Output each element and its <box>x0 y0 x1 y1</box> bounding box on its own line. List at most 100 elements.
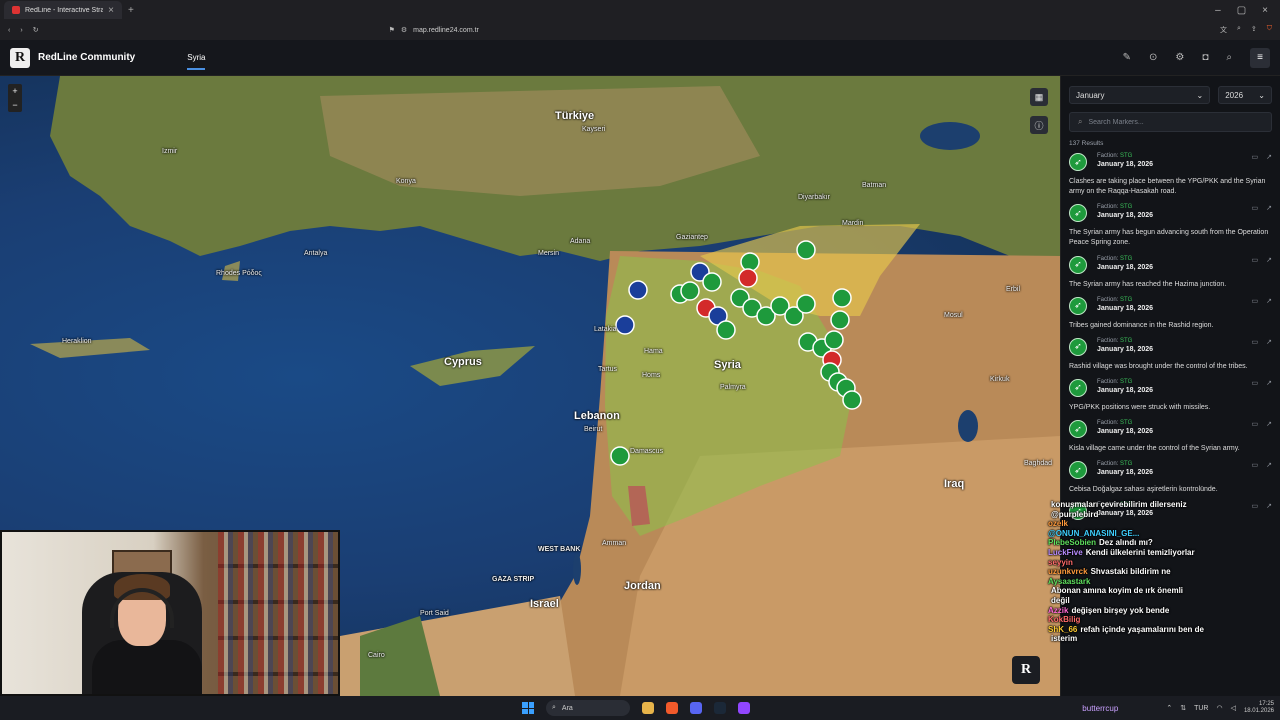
external-link-icon[interactable]: ↗ <box>1266 461 1272 479</box>
item-meta: Faction: STG January 18, 2026 <box>1097 297 1246 315</box>
external-link-icon[interactable]: ↗ <box>1266 379 1272 397</box>
map-info-button[interactable]: ⓘ <box>1030 116 1048 134</box>
item-meta: Faction: STG January 18, 2026 <box>1097 420 1246 438</box>
label-iraq: Iraq <box>944 478 965 490</box>
location-pin-icon[interactable]: ⊙ <box>1149 52 1157 63</box>
item-actions: ▭ ↗ <box>1252 153 1273 171</box>
marker-green <box>740 252 760 272</box>
zoom-in-button[interactable]: + <box>8 84 22 98</box>
new-tab-icon[interactable]: + <box>128 5 134 16</box>
brave-browser-icon[interactable] <box>666 702 678 714</box>
missile-icon: ➶ <box>1069 255 1087 274</box>
address-bar[interactable]: ⚑ ⚙ map.redline24.com.tr <box>379 22 870 38</box>
external-link-icon[interactable]: ↗ <box>1266 502 1272 520</box>
brave-shield-icon[interactable]: ⛉ <box>1267 25 1272 35</box>
feed-item[interactable]: ➶ Faction: STG January 18, 2026 ▭ ↗ Rashid vi… <box>1069 337 1272 372</box>
logo[interactable]: R <box>10 47 30 68</box>
marker-green <box>796 294 816 314</box>
item-date: January 18, 2026 <box>1097 386 1154 394</box>
redline-float-button[interactable]: R <box>1012 656 1040 684</box>
zoom-icon[interactable]: ⌕ <box>1237 25 1241 35</box>
forward-icon[interactable]: › <box>20 27 22 34</box>
maximize-icon[interactable]: ▢ <box>1237 5 1246 16</box>
label-heraklion: Heraklion <box>62 338 92 345</box>
obs-icon[interactable] <box>738 702 750 714</box>
map-layers-button[interactable]: ▦ <box>1030 88 1048 106</box>
camera-icon[interactable]: ◘ <box>1202 52 1208 63</box>
missile-icon: ➶ <box>1069 153 1087 171</box>
label-turkiye: Türkiye <box>555 110 595 122</box>
tray-wifi-icon[interactable]: ◠ <box>1216 704 1222 712</box>
faction-value: STG <box>1120 296 1133 303</box>
year-select[interactable]: 2026 ⌄ <box>1218 86 1272 104</box>
external-link-icon[interactable]: ↗ <box>1266 204 1272 222</box>
feed-item[interactable]: ➶ Faction: STG January 18, 2026 ▭ ↗ <box>1069 502 1272 526</box>
feed-item[interactable]: ➶ Faction: STG January 18, 2026 ▭ ↗ The Syria… <box>1069 204 1272 248</box>
close-tab-icon[interactable]: × <box>108 5 114 16</box>
brand-name[interactable]: RedLine Community <box>38 52 135 63</box>
external-link-icon[interactable]: ↗ <box>1266 297 1272 315</box>
discord-icon[interactable] <box>690 702 702 714</box>
external-link-icon[interactable]: ↗ <box>1266 420 1272 438</box>
item-actions: ▭ ↗ <box>1252 420 1273 438</box>
info-icon: ⓘ <box>1034 120 1044 131</box>
taskbar-search[interactable]: ⌕ Ara <box>546 700 630 716</box>
feed-item[interactable]: ➶ Faction: STG January 18, 2026 ▭ ↗ Tribes ga… <box>1069 296 1272 331</box>
browser-tab[interactable]: RedLine - Interactive Strategic M × <box>4 1 122 19</box>
video-icon[interactable]: ▭ <box>1252 420 1259 438</box>
faction-value: STG <box>1120 337 1133 344</box>
search-icon[interactable]: ⌕ <box>1226 52 1232 63</box>
search-input[interactable] <box>1088 118 1239 126</box>
external-link-icon[interactable]: ↗ <box>1266 256 1272 274</box>
clock[interactable]: 17:25 18.01.2026 <box>1244 701 1274 715</box>
reload-icon[interactable]: ↻ <box>33 26 39 34</box>
video-icon[interactable]: ▭ <box>1252 379 1259 397</box>
feed-item[interactable]: ➶ Faction: STG January 18, 2026 ▭ ↗ YPG/PKK p… <box>1069 378 1272 413</box>
external-link-icon[interactable]: ↗ <box>1266 153 1272 171</box>
tray-chevron-icon[interactable]: ⌃ <box>1166 704 1172 712</box>
video-icon[interactable]: ▭ <box>1252 297 1259 315</box>
webcam-overlay <box>0 530 340 696</box>
nav-item-syria[interactable]: Syria <box>187 53 206 70</box>
item-date: January 18, 2026 <box>1097 469 1154 477</box>
steam-icon[interactable] <box>714 702 726 714</box>
translate-icon[interactable]: 文 <box>1220 25 1227 35</box>
video-icon[interactable]: ▭ <box>1252 461 1259 479</box>
minimize-icon[interactable]: – <box>1215 5 1221 16</box>
missile-icon: ➶ <box>1069 296 1087 315</box>
share-icon[interactable]: ⇪ <box>1251 25 1257 35</box>
tray-lang[interactable]: TUR <box>1194 705 1208 712</box>
video-icon[interactable]: ▭ <box>1252 502 1259 520</box>
menu-button[interactable]: ≡ <box>1250 47 1270 68</box>
feed-item[interactable]: ➶ Faction: STG January 18, 2026 ▭ ↗ The Syria… <box>1069 255 1273 290</box>
label-mosul: Mosul <box>944 312 963 319</box>
month-select[interactable]: January ⌄ <box>1069 86 1211 104</box>
marker-green <box>702 272 722 292</box>
file-explorer-icon[interactable] <box>642 702 654 714</box>
item-actions: ▭ ↗ <box>1252 461 1273 479</box>
feed-item[interactable]: ➶ Faction: STG January 18, 2026 ▭ ↗ Clashes a… <box>1069 153 1272 197</box>
windows-start-icon[interactable] <box>522 702 534 714</box>
close-window-icon[interactable]: × <box>1262 5 1268 16</box>
external-link-icon[interactable]: ↗ <box>1266 338 1272 356</box>
settings-icon[interactable]: ⚙ <box>1175 52 1184 63</box>
video-icon[interactable]: ▭ <box>1252 338 1259 356</box>
bookmark-icon[interactable]: ⚑ <box>389 26 395 34</box>
video-icon[interactable]: ▭ <box>1252 256 1259 274</box>
site-info-icon[interactable]: ⚙ <box>401 26 407 34</box>
chevron-down-icon: ⌄ <box>1258 90 1265 100</box>
taskbar-search-label: Ara <box>561 704 573 712</box>
tray-volume-icon[interactable]: ◁ <box>1231 704 1236 712</box>
video-icon[interactable]: ▭ <box>1252 204 1259 222</box>
tray-network-icon[interactable]: ⇅ <box>1180 704 1186 712</box>
item-actions: ▭ ↗ <box>1252 256 1273 274</box>
draw-icon[interactable]: ✎ <box>1123 52 1131 63</box>
feed-item[interactable]: ➶ Faction: STG January 18, 2026 ▭ ↗ Kisla vil… <box>1069 420 1272 454</box>
video-icon[interactable]: ▭ <box>1252 153 1259 171</box>
back-icon[interactable]: ‹ <box>8 27 10 34</box>
feed-item[interactable]: ➶ Faction: STG January 18, 2026 ▭ ↗ Cebisa Do… <box>1069 461 1272 495</box>
zoom-out-button[interactable]: − <box>8 98 22 112</box>
item-text: The Syrian army has reached the Hazima j… <box>1069 280 1227 288</box>
clock-date: 18.01.2026 <box>1243 708 1274 714</box>
url-text[interactable]: map.redline24.com.tr <box>413 27 479 34</box>
